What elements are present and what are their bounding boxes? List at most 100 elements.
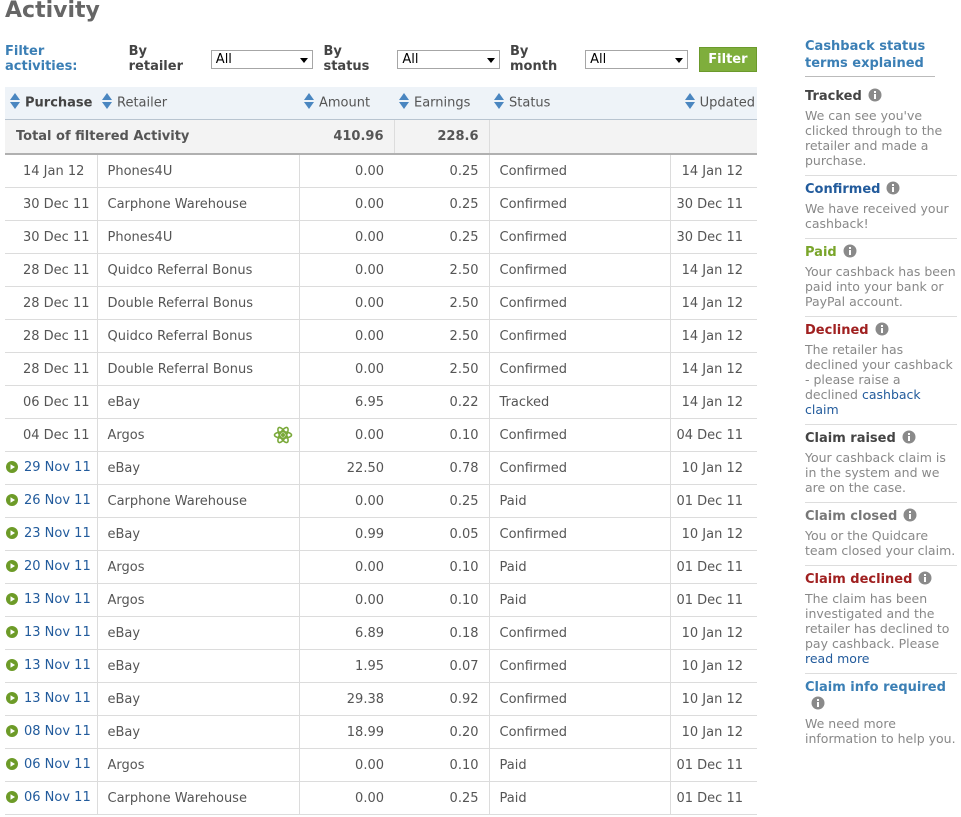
purchase-date: 28 Dec 11 [23, 295, 90, 311]
purchase-date-cell[interactable]: 13 Nov 11 [5, 583, 97, 617]
info-circle-icon[interactable] [811, 696, 825, 715]
purchase-column-header[interactable]: Purchase [5, 87, 97, 120]
purchase-date-cell[interactable]: 13 Nov 11 [5, 682, 97, 716]
play-circle-icon[interactable] [6, 790, 18, 807]
play-circle-icon[interactable] [6, 658, 18, 675]
purchase-date-cell[interactable]: 08 Nov 11 [5, 715, 97, 749]
retailer-name: Quidco Referral Bonus [107, 328, 253, 344]
play-circle-icon[interactable] [6, 757, 18, 774]
purchase-date-cell[interactable]: 13 Nov 11 [5, 616, 97, 650]
info-circle-icon[interactable] [886, 181, 900, 200]
purchase-date-link[interactable]: 29 Nov 11 [24, 460, 91, 475]
retailer-name: eBay [107, 691, 141, 707]
info-circle-icon[interactable] [868, 88, 882, 107]
play-circle-icon[interactable] [6, 625, 18, 642]
sort-up-down-icon[interactable] [303, 92, 315, 114]
status-cell: Paid [488, 781, 670, 815]
atom-icon[interactable] [273, 425, 293, 449]
purchase-date-link[interactable]: 20 Nov 11 [24, 559, 91, 574]
play-circle-icon[interactable] [6, 493, 18, 510]
status-select[interactable]: All [397, 49, 501, 69]
purchase-date-link[interactable]: 06 Nov 11 [24, 790, 91, 805]
month-select[interactable]: All [585, 49, 688, 69]
terms-list: Tracked We can see you've clicked through… [805, 85, 957, 753]
sort-up-down-icon[interactable] [493, 92, 505, 114]
term-description: We need more information to help you. [805, 716, 957, 746]
purchase-date-link[interactable]: 06 Nov 11 [24, 757, 91, 772]
sidebar-title[interactable]: Cashback status terms explained [805, 38, 935, 77]
purchase-date-link[interactable]: 13 Nov 11 [24, 592, 91, 607]
amount-column-header[interactable]: Amount [299, 87, 394, 120]
updated-column-header[interactable]: Updated [670, 87, 757, 120]
retailer-name: Double Referral Bonus [107, 361, 254, 377]
play-circle-icon[interactable] [6, 460, 18, 477]
table-row[interactable]: 13 Nov 11 eBay 6.89 0.18 Confirmed 10 Jan 12 [5, 616, 757, 650]
purchase-date-link[interactable]: 13 Nov 11 [24, 658, 91, 673]
term-description: Your cashback has been paid into your ba… [805, 264, 957, 309]
table-row[interactable]: 13 Nov 11 eBay 1.95 0.07 Confirmed 10 Jan 12 [5, 649, 757, 683]
info-circle-icon[interactable] [903, 508, 917, 527]
play-circle-icon[interactable] [6, 559, 18, 576]
info-circle-icon[interactable] [843, 244, 857, 263]
term-title: Confirmed [805, 181, 957, 200]
purchase-date-cell[interactable]: 26 Nov 11 [5, 484, 97, 518]
info-circle-icon[interactable] [902, 430, 916, 449]
updated-cell: 10 Jan 12 [669, 451, 757, 485]
earnings-cell: 2.50 [394, 253, 489, 287]
purchase-date-cell[interactable]: 06 Nov 11 [5, 781, 97, 815]
play-circle-icon[interactable] [6, 526, 18, 543]
purchase-date-link[interactable]: 13 Nov 11 [24, 625, 91, 640]
table-row[interactable]: 26 Nov 11 Carphone Warehouse 0.00 0.25 Paid 0… [5, 484, 757, 518]
info-circle-icon[interactable] [875, 322, 889, 341]
term-title: Tracked [805, 88, 957, 107]
term-description: The claim has been investigated and the … [805, 591, 957, 666]
term-link[interactable]: read more [805, 651, 870, 666]
purchase-date-link[interactable]: 13 Nov 11 [24, 691, 91, 706]
retailer-cell: Quidco Referral Bonus [96, 319, 299, 353]
purchase-date-cell[interactable]: 29 Nov 11 [5, 451, 97, 485]
amount-cell: 0.00 [298, 550, 394, 584]
table-row[interactable]: 20 Nov 11 Argos 0.00 0.10 Paid 01 Dec 11 [5, 550, 757, 584]
purchase-date-link[interactable]: 08 Nov 11 [24, 724, 91, 739]
retailer-name: Quidco Referral Bonus [107, 262, 253, 278]
updated-cell: 10 Jan 12 [669, 682, 757, 716]
retailer-select[interactable]: All [210, 49, 314, 69]
purchase-date-cell[interactable]: 23 Nov 11 [5, 517, 97, 551]
table-row[interactable]: 29 Nov 11 eBay 22.50 0.78 Confirmed 10 Jan 12 [5, 451, 757, 485]
updated-cell: 01 Dec 11 [669, 550, 757, 584]
sort-up-down-icon[interactable] [684, 92, 696, 114]
filter-button[interactable]: Filter [698, 46, 758, 72]
status-column-header[interactable]: Status [489, 87, 670, 120]
sort-up-down-icon[interactable] [101, 92, 113, 114]
play-circle-icon[interactable] [6, 592, 18, 609]
sort-up-down-icon[interactable] [9, 92, 21, 114]
purchase-date: 04 Dec 11 [23, 427, 90, 443]
amount-cell: 0.00 [298, 748, 394, 782]
table-row[interactable]: 13 Nov 11 Argos 0.00 0.10 Paid 01 Dec 11 [5, 583, 757, 617]
sort-up-down-icon[interactable] [398, 92, 410, 114]
purchase-date-cell[interactable]: 13 Nov 11 [5, 649, 97, 683]
table-row[interactable]: 23 Nov 11 eBay 0.99 0.05 Confirmed 10 Jan 12 [5, 517, 757, 551]
term-title-label: Declined [805, 323, 869, 338]
status-cell: Confirmed [488, 253, 670, 287]
amount-cell: 0.00 [298, 187, 394, 221]
term-description: The retailer has declined your cashback … [805, 342, 957, 417]
updated-cell: 14 Jan 12 [669, 286, 757, 320]
purchase-date-cell[interactable]: 06 Nov 11 [5, 748, 97, 782]
purchase-date-cell[interactable]: 20 Nov 11 [5, 550, 97, 584]
earnings-column-header[interactable]: Earnings [394, 87, 489, 120]
purchase-date-link[interactable]: 23 Nov 11 [24, 526, 91, 541]
play-circle-icon[interactable] [6, 724, 18, 741]
table-row[interactable]: 08 Nov 11 eBay 18.99 0.20 Confirmed 10 Jan 12 [5, 715, 757, 749]
table-row[interactable]: 13 Nov 11 eBay 29.38 0.92 Confirmed 10 Jan 12 [5, 682, 757, 716]
play-circle-icon[interactable] [6, 691, 18, 708]
purchase-date-link[interactable]: 26 Nov 11 [24, 493, 91, 508]
dropdown-arrow-icon [674, 57, 683, 63]
filter-bar: Filter activities: By retailer All By st… [5, 44, 758, 74]
earnings-header-label: Earnings [414, 95, 471, 111]
info-circle-icon[interactable] [918, 571, 932, 590]
table-row[interactable]: 06 Nov 11 Argos 0.00 0.10 Paid 01 Dec 11 [5, 748, 757, 782]
retailer-column-header[interactable]: Retailer [97, 87, 299, 120]
updated-cell: 14 Jan 12 [669, 352, 757, 386]
table-row[interactable]: 06 Nov 11 Carphone Warehouse 0.00 0.25 Paid 0… [5, 781, 757, 815]
